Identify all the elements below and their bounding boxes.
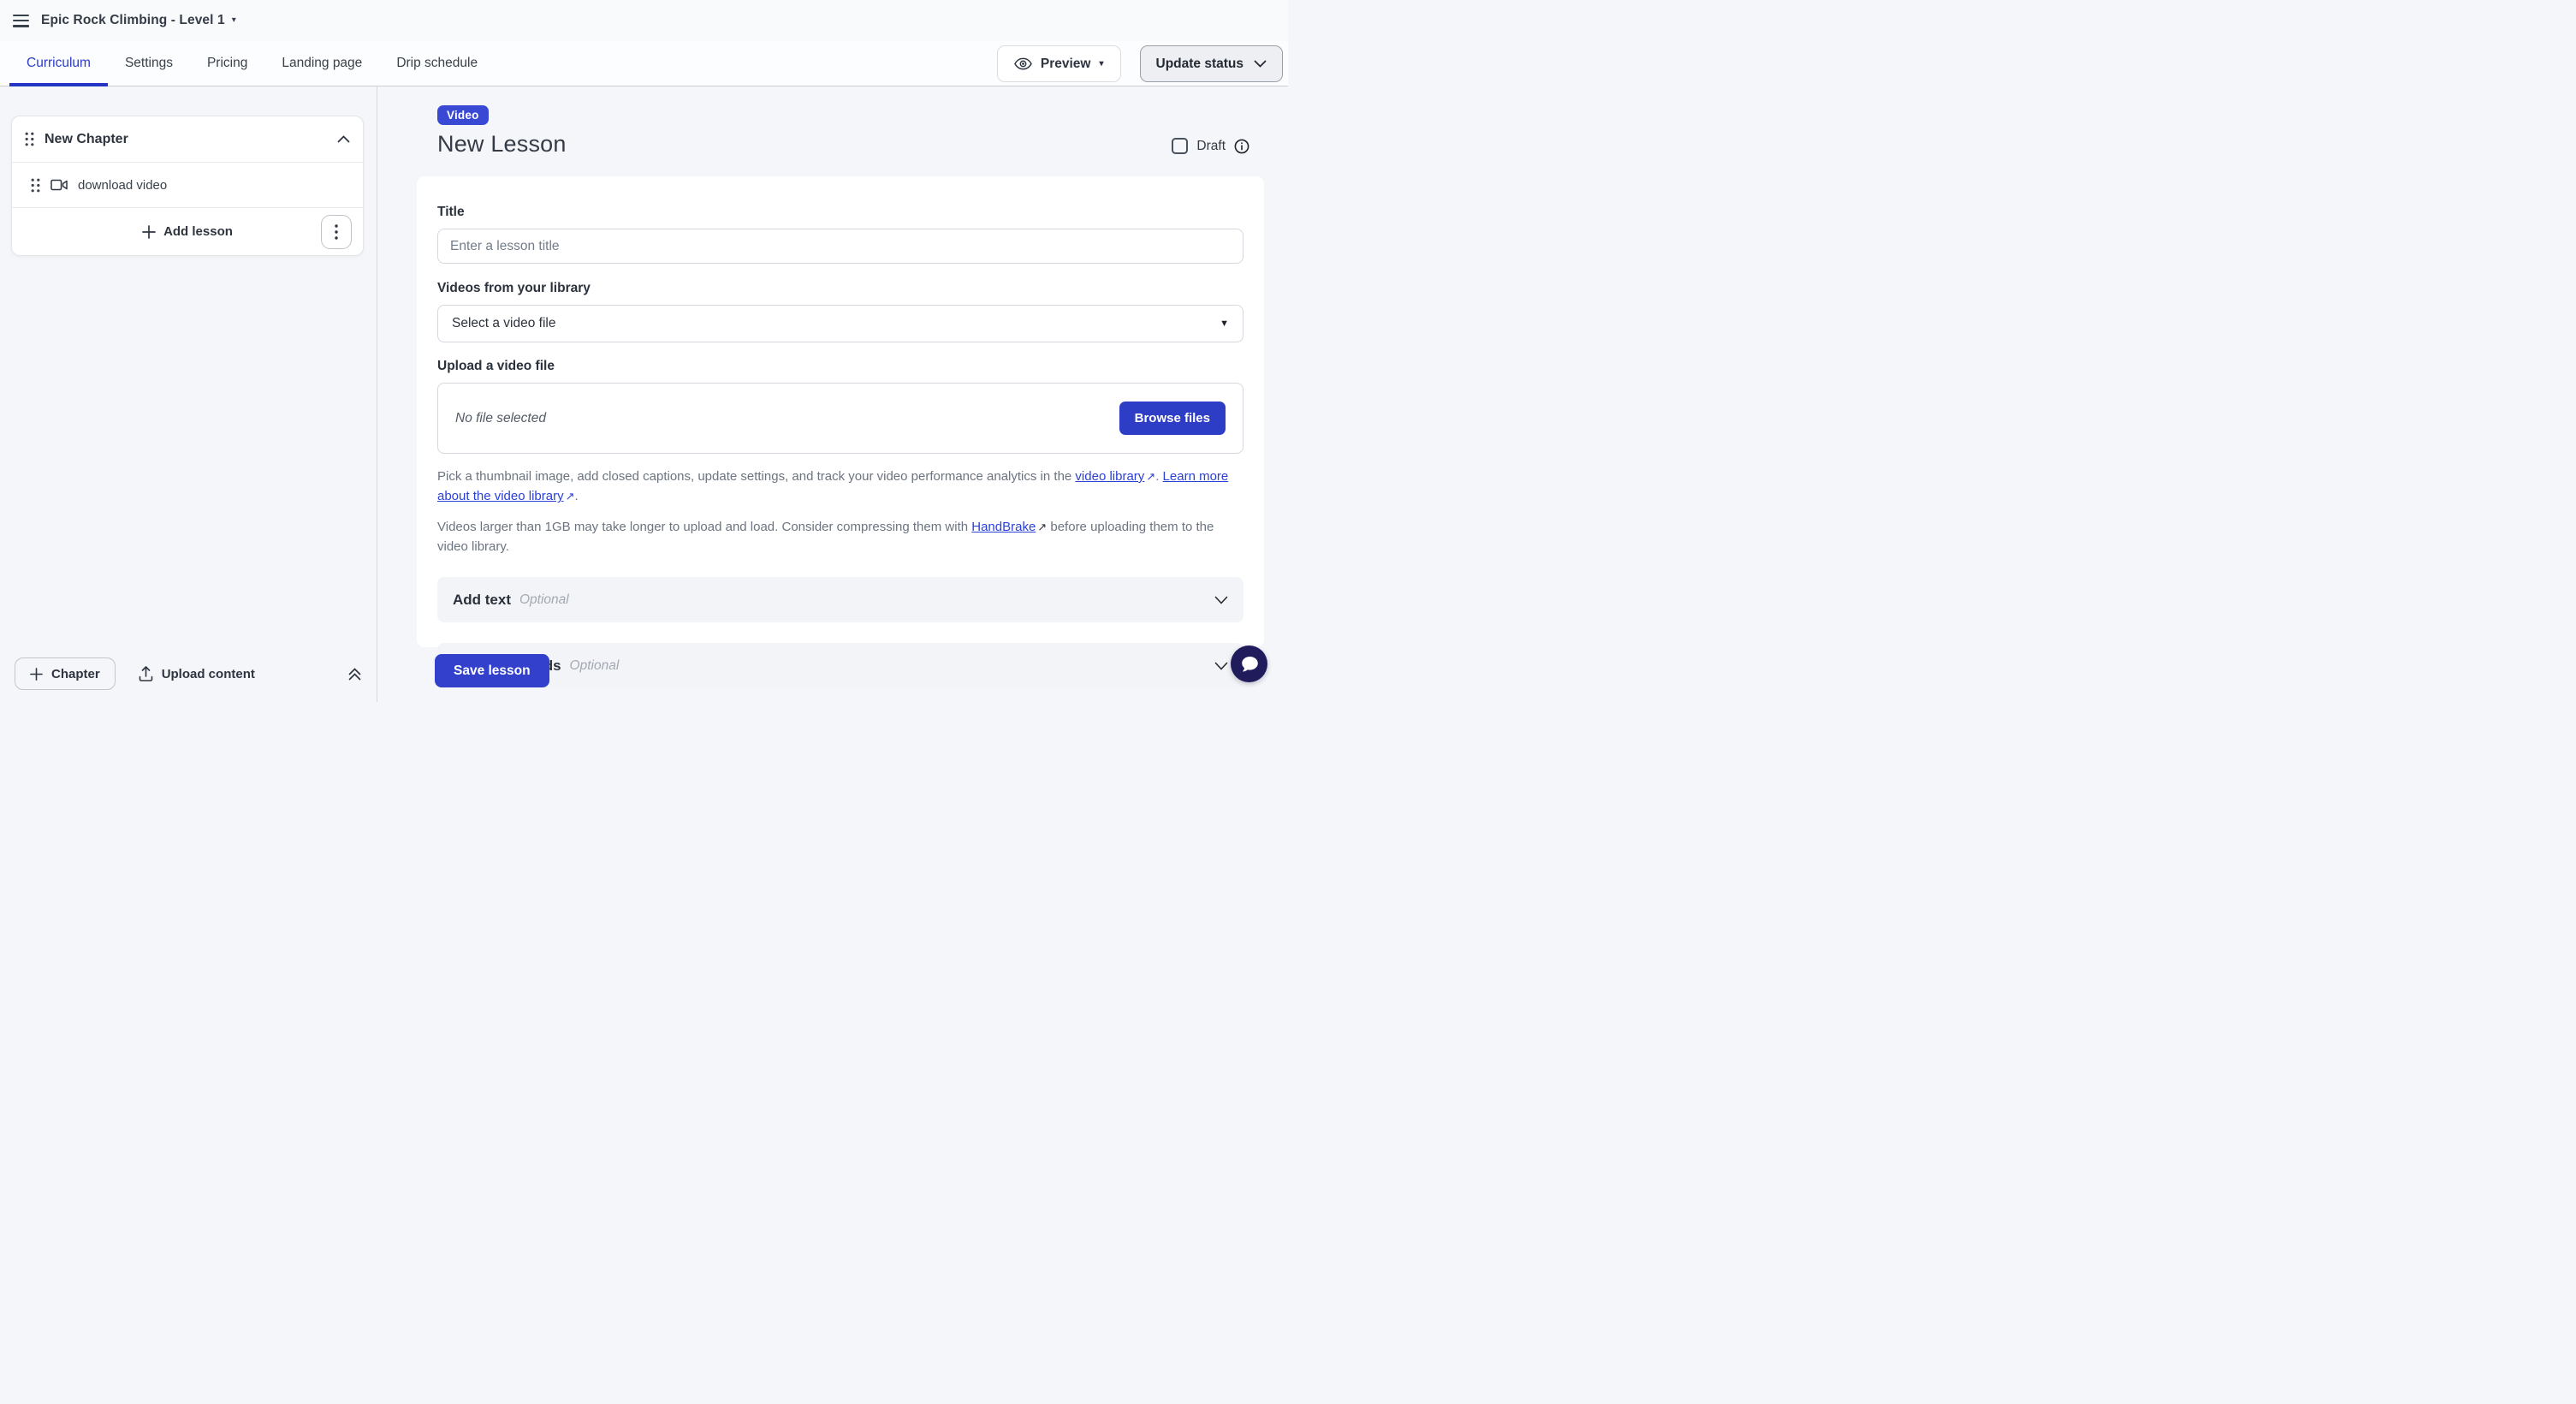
video-library-select[interactable]: Select a video file ▼ (437, 305, 1243, 342)
add-text-accordion[interactable]: Add text Optional (437, 577, 1243, 622)
upload-dropzone[interactable]: No file selected Browse files (437, 383, 1243, 454)
draft-checkbox[interactable] (1172, 138, 1188, 154)
top-header: Epic Rock Climbing - Level 1 ▾ (0, 0, 1288, 41)
lesson-title-input[interactable] (437, 229, 1243, 264)
optional-label: Optional (570, 658, 620, 674)
external-link-icon: ↗ (1037, 519, 1047, 536)
preview-button-label: Preview (1041, 57, 1091, 72)
handbrake-link[interactable]: HandBrake (971, 520, 1036, 534)
chevron-down-icon (1214, 596, 1228, 604)
compression-help-text: Videos larger than 1GB may take longer t… (437, 517, 1243, 557)
browse-files-button[interactable]: Browse files (1119, 402, 1226, 435)
update-status-label: Update status (1156, 57, 1244, 72)
draft-label: Draft (1196, 139, 1226, 154)
upload-icon (139, 666, 153, 681)
caret-down-icon: ▾ (1099, 60, 1103, 68)
lesson-form-card: Title Videos from your library Select a … (417, 176, 1264, 647)
plus-icon (142, 225, 156, 239)
tab-pricing[interactable]: Pricing (190, 41, 264, 86)
upload-content-label: Upload content (162, 667, 255, 681)
chapter-card: New Chapter download video (11, 116, 364, 256)
upload-content-button[interactable]: Upload content (139, 666, 255, 681)
add-lesson-button[interactable]: Add lesson (142, 224, 233, 239)
tab-curriculum[interactable]: Curriculum (9, 41, 108, 86)
eye-icon (1014, 57, 1032, 70)
add-text-label: Add text (453, 592, 511, 609)
add-downloads-accordion[interactable]: Add downloads Optional (437, 643, 1243, 688)
tab-drip-schedule[interactable]: Drip schedule (379, 41, 495, 86)
library-field-label: Videos from your library (437, 281, 1243, 296)
lesson-type-badge: Video (437, 105, 489, 125)
chevron-up-icon[interactable] (337, 135, 350, 143)
add-chapter-button[interactable]: Chapter (15, 657, 116, 690)
chat-bubble-icon (1239, 655, 1260, 674)
draft-toggle-row: Draft (1172, 138, 1249, 154)
add-chapter-label: Chapter (51, 667, 100, 681)
optional-label: Optional (519, 592, 569, 608)
video-library-select-value: Select a video file (452, 316, 556, 331)
hamburger-menu-icon[interactable] (13, 15, 29, 27)
add-lesson-label: Add lesson (163, 224, 233, 239)
tab-landing-page[interactable]: Landing page (264, 41, 379, 86)
lesson-row[interactable]: download video (12, 162, 363, 207)
tab-settings[interactable]: Settings (108, 41, 190, 86)
chevron-down-icon (1254, 60, 1267, 68)
plus-icon (30, 668, 43, 681)
video-library-help-text: Pick a thumbnail image, add closed capti… (437, 467, 1243, 507)
tab-bar: Curriculum Settings Pricing Landing page… (0, 41, 1288, 86)
lesson-editor-panel: Video New Lesson Draft Title Videos from… (377, 86, 1288, 702)
add-lesson-row: Add lesson (12, 207, 363, 255)
lesson-page-title: New Lesson (437, 131, 567, 158)
course-dropdown-caret-icon[interactable]: ▾ (232, 16, 236, 25)
no-file-text: No file selected (455, 411, 546, 426)
external-link-icon: ↗ (1146, 468, 1155, 485)
chapter-kebab-menu-button[interactable] (321, 215, 352, 249)
drag-handle-icon[interactable] (25, 132, 34, 146)
chapter-title: New Chapter (45, 132, 327, 147)
save-lesson-button[interactable]: Save lesson (435, 654, 549, 687)
course-title[interactable]: Epic Rock Climbing - Level 1 (41, 13, 225, 28)
preview-button[interactable]: Preview ▾ (997, 45, 1121, 82)
select-caret-icon: ▼ (1220, 318, 1229, 329)
video-camera-icon (50, 179, 68, 191)
chapter-header-row[interactable]: New Chapter (12, 116, 363, 162)
drag-handle-icon[interactable] (31, 178, 40, 193)
update-status-button[interactable]: Update status (1140, 45, 1284, 82)
collapse-all-icon[interactable] (347, 667, 362, 681)
upload-field-label: Upload a video file (437, 359, 1243, 374)
external-link-icon: ↗ (566, 488, 575, 505)
info-icon[interactable] (1234, 139, 1249, 154)
video-library-link[interactable]: video library (1075, 469, 1144, 484)
chevron-down-icon (1214, 662, 1228, 670)
sidebar-footer: Chapter Upload content (0, 657, 377, 690)
curriculum-sidebar: New Chapter download video (0, 86, 377, 702)
lesson-row-title: download video (78, 178, 167, 193)
chat-widget-button[interactable] (1231, 645, 1267, 682)
title-field-label: Title (437, 205, 1243, 220)
